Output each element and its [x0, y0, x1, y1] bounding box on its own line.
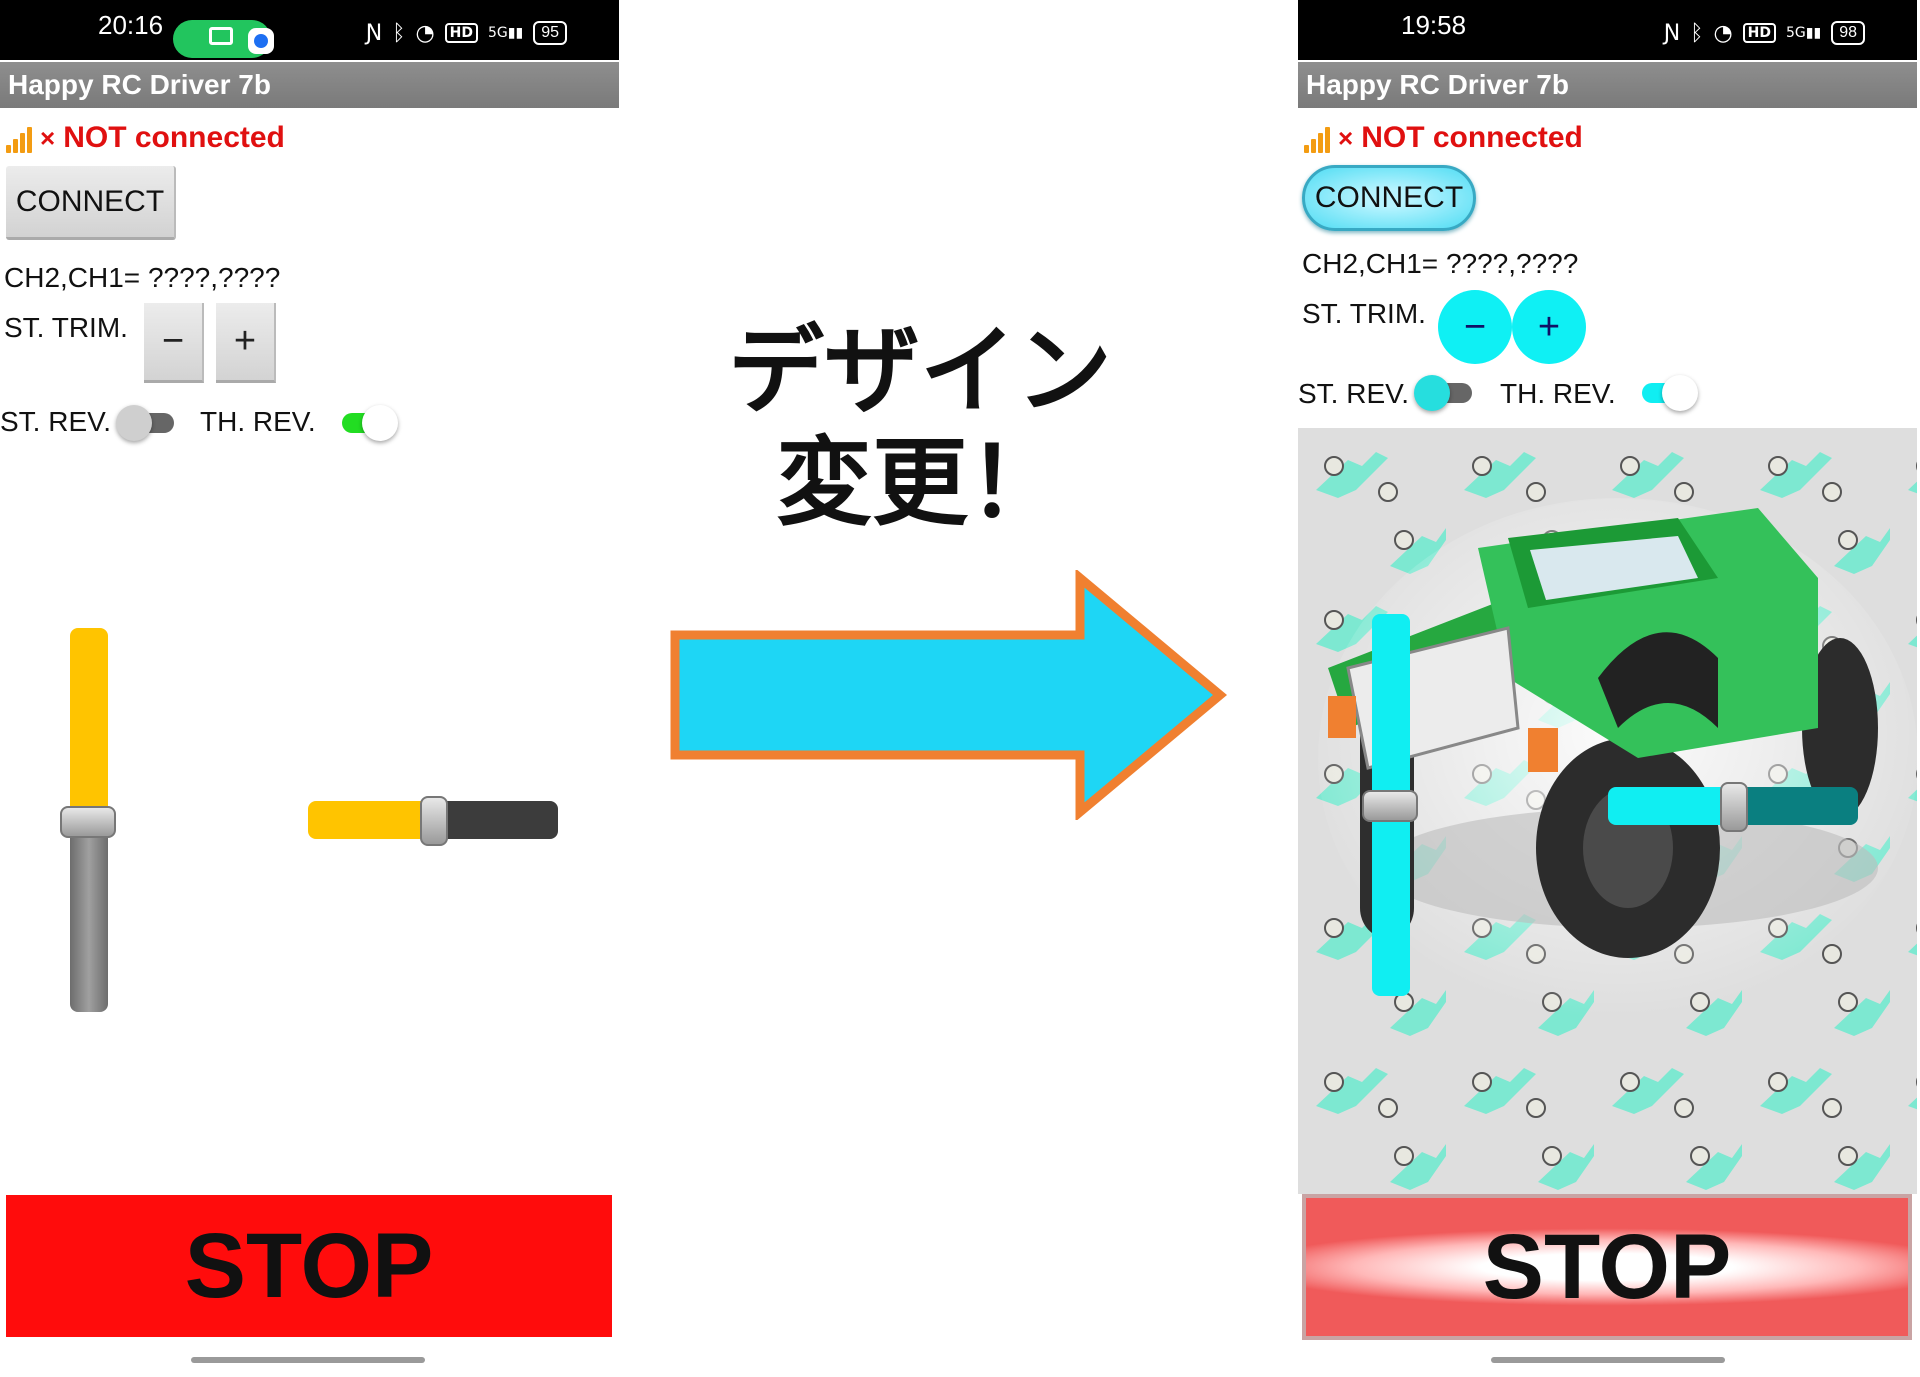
- throttle-slider-handle[interactable]: [1362, 790, 1418, 822]
- wifi-icon: ◔: [415, 20, 435, 46]
- stop-button[interactable]: STOP: [1302, 1194, 1912, 1340]
- steering-slider[interactable]: [1608, 782, 1858, 832]
- disconnected-icon: ×: [40, 122, 56, 153]
- steering-reverse-switch[interactable]: [116, 402, 178, 442]
- trim-plus-button[interactable]: +: [216, 303, 276, 383]
- nfc-icon: Ɲ: [365, 20, 383, 46]
- hd-icon: HD: [444, 23, 479, 43]
- steering-reverse-switch[interactable]: [1414, 372, 1476, 412]
- throttle-slider-handle[interactable]: [60, 806, 116, 838]
- signal-icon: [1304, 123, 1334, 153]
- steering-reverse-label: ST. REV.: [0, 406, 112, 437]
- app-title-bar: Happy RC Driver 7b: [1298, 62, 1917, 108]
- throttle-reverse-switch[interactable]: [338, 402, 400, 442]
- stop-button[interactable]: STOP: [6, 1195, 612, 1337]
- battery-icon: 95: [533, 21, 567, 45]
- app-title-bar: Happy RC Driver 7b: [0, 62, 619, 108]
- throttle-reverse-label: TH. REV.: [200, 406, 316, 437]
- wifi-icon: ◔: [1713, 20, 1733, 46]
- connect-button[interactable]: CONNECT: [6, 166, 176, 240]
- throttle-reverse-label: TH. REV.: [1500, 378, 1616, 409]
- steering-trim-label: ST. TRIM.: [4, 312, 128, 343]
- headline-line-2: 変更！: [776, 427, 1064, 539]
- app-title: Happy RC Driver 7b: [1306, 69, 1569, 100]
- phone-screen-after: 19:58 Ɲ ᛒ ◔ HD 5G▮▮ 98 Happy RC Driver 7…: [1298, 0, 1917, 1377]
- cellular-icon: 5G▮▮: [1786, 25, 1822, 41]
- throttle-reverse-switch[interactable]: [1638, 372, 1700, 412]
- connection-status: × NOT connected: [6, 118, 285, 158]
- signal-icon: [6, 123, 36, 153]
- cellular-icon: 5G▮▮: [488, 25, 524, 41]
- status-time: 19:58: [1401, 10, 1467, 40]
- channel-readout: CH2,CH1= ????,????: [4, 262, 281, 293]
- throttle-slider[interactable]: [60, 628, 116, 1012]
- trim-plus-button[interactable]: +: [1512, 290, 1586, 364]
- headline: デザイン 変更！: [640, 315, 1200, 539]
- disconnected-icon: ×: [1338, 122, 1354, 153]
- status-bar: 20:16 Ɲ ᛒ ◔ HD 5G▮▮ 95: [0, 0, 619, 60]
- steering-slider-handle[interactable]: [1720, 782, 1748, 832]
- system-icons: Ɲ ᛒ ◔ HD 5G▮▮ 95: [366, 16, 567, 50]
- connection-status: × NOT connected: [1304, 118, 1583, 158]
- status-time: 20:16: [98, 10, 164, 40]
- home-indicator[interactable]: [191, 1357, 425, 1363]
- phone-screen-before: 20:16 Ɲ ᛒ ◔ HD 5G▮▮ 95 Happy RC Driver 7…: [0, 0, 619, 1377]
- hd-icon: HD: [1742, 23, 1777, 43]
- bluetooth-icon: ᛒ: [392, 20, 406, 46]
- connect-button[interactable]: CONNECT: [1302, 165, 1476, 231]
- connection-status-text: NOT connected: [63, 121, 285, 154]
- connection-status-text: NOT connected: [1361, 121, 1583, 154]
- throttle-slider[interactable]: [1362, 614, 1418, 996]
- system-icons: Ɲ ᛒ ◔ HD 5G▮▮ 98: [1664, 16, 1865, 50]
- nfc-icon: Ɲ: [1663, 20, 1681, 46]
- right-arrow-icon: [670, 570, 1228, 820]
- bluetooth-icon: ᛒ: [1690, 20, 1704, 46]
- trim-minus-button[interactable]: −: [1438, 290, 1512, 364]
- channel-readout: CH2,CH1= ????,????: [1302, 248, 1579, 279]
- steering-trim-label: ST. TRIM.: [1302, 298, 1426, 329]
- app-title: Happy RC Driver 7b: [8, 69, 271, 100]
- status-bar: 19:58 Ɲ ᛒ ◔ HD 5G▮▮ 98: [1298, 0, 1917, 60]
- app-notification-icon: [248, 28, 274, 54]
- headline-line-1: デザイン: [728, 315, 1112, 427]
- steering-slider[interactable]: [308, 796, 558, 846]
- battery-icon: 98: [1831, 21, 1865, 45]
- home-indicator[interactable]: [1491, 1357, 1725, 1363]
- steering-reverse-label: ST. REV.: [1298, 378, 1410, 409]
- trim-minus-button[interactable]: −: [144, 303, 204, 383]
- steering-slider-handle[interactable]: [420, 796, 448, 846]
